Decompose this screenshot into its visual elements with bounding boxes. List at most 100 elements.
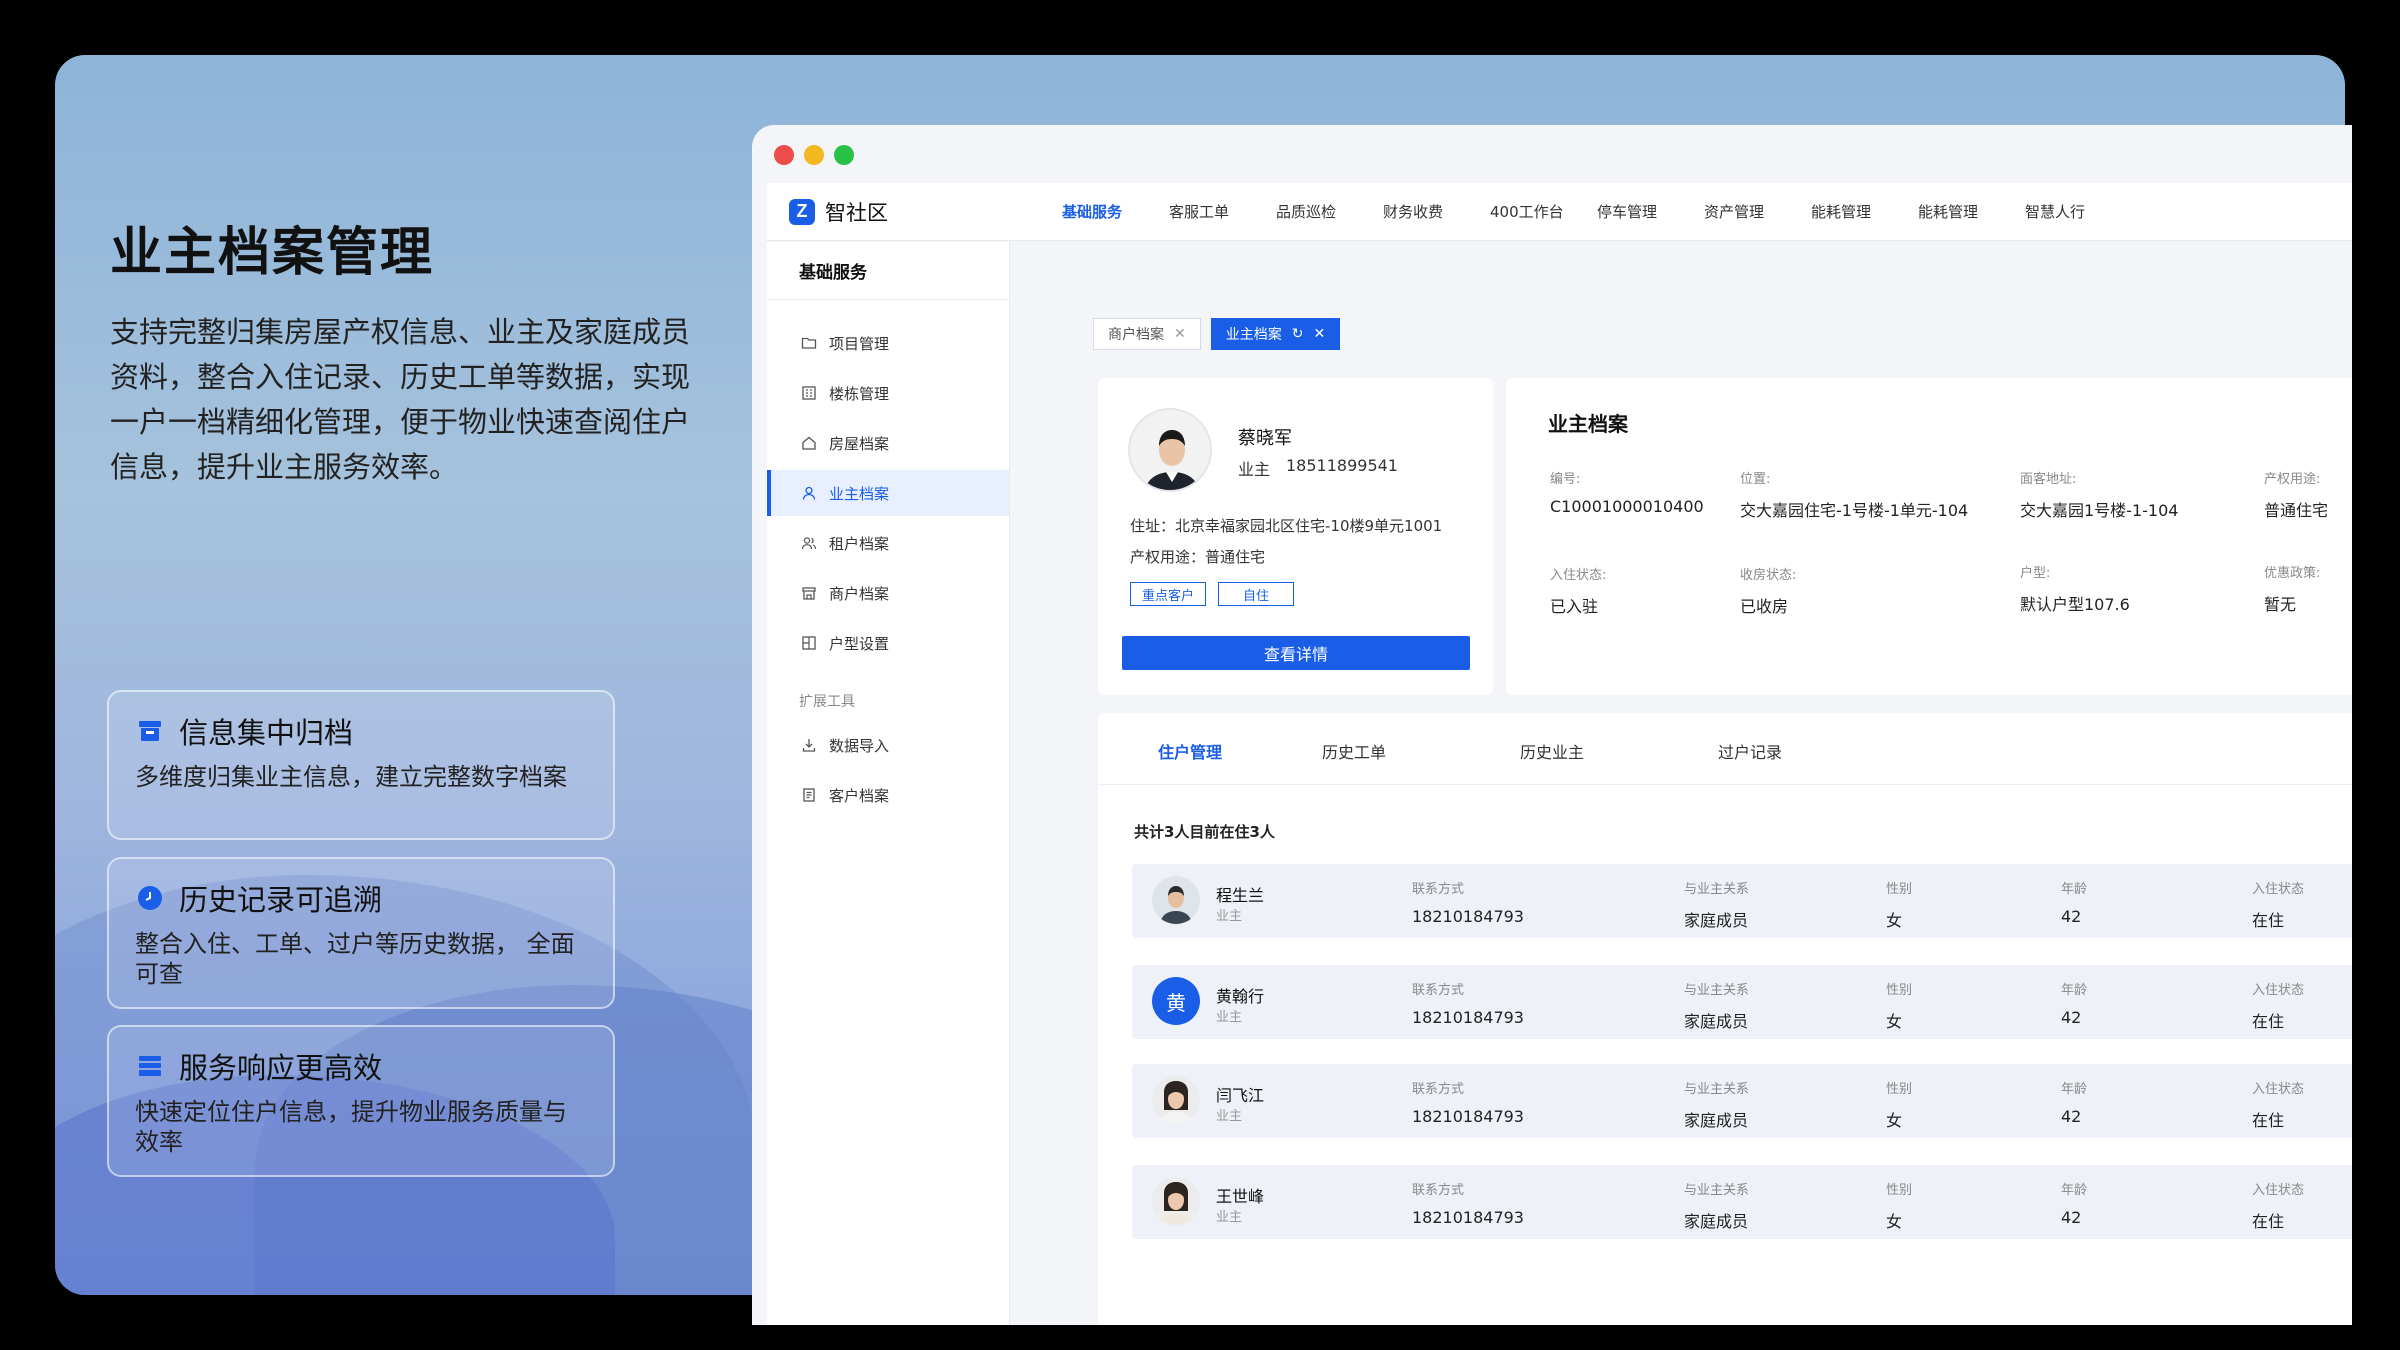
archive-icon: [135, 716, 165, 746]
view-details-button[interactable]: 查看详情: [1122, 636, 1470, 670]
app-window: Z 智社区 基础服务 客服工单 品质巡检 财务收费 400工作台 停车管理 资产…: [752, 125, 2352, 1325]
tab-resident-management[interactable]: 住户管理: [1158, 739, 1222, 763]
close-icon[interactable]: ✕: [1174, 326, 1186, 342]
sidebar: 基础服务 项目管理 楼栋管理 房屋档案 业主档案 租户档案 商户档案 户型设置: [767, 242, 1010, 1325]
owner-profile-card: 蔡晓军 业主 18511899541 住址：北京幸福家园北区住宅-10楼9单元1…: [1098, 378, 1493, 695]
owner-property-use: 产权用途：普通住宅: [1130, 548, 1266, 566]
sidebar-item-data-import[interactable]: 数据导入: [767, 722, 1009, 768]
table-row[interactable]: 黄 黄翰行 业主 联系方式 18210184793 与业主关系 家庭成员 性别女 年…: [1132, 965, 2352, 1039]
field-property-use: 产权用途: 普通住宅: [2264, 468, 2328, 521]
cell-label: 性别: [1886, 1082, 1913, 1097]
sidebar-item-owners[interactable]: 业主档案: [767, 470, 1009, 516]
nav-item-energy-2[interactable]: 能耗管理: [1918, 201, 2025, 222]
nav-item-400-desk[interactable]: 400工作台: [1490, 201, 1597, 222]
nav-item-quality-inspection[interactable]: 品质巡检: [1276, 201, 1383, 222]
cell-value: 在住: [2252, 1212, 2285, 1231]
sidebar-group-title: 扩展工具: [799, 694, 855, 710]
sidebar-title: 基础服务: [767, 242, 1009, 300]
relation-cell: 与业主关系 家庭成员: [1684, 1179, 1749, 1232]
sidebar-item-merchants[interactable]: 商户档案: [767, 570, 1009, 616]
cell-value: 女: [1886, 1012, 1903, 1031]
cell-value: 家庭成员: [1684, 1212, 1749, 1231]
owner-archive-card: 业主档案 编号: C10001000010400 位置: 交大嘉园住宅-1号楼-…: [1506, 378, 2352, 695]
owner-tags: 重点客户 自住: [1130, 582, 1294, 606]
owner-name: 蔡晓军: [1238, 428, 1292, 449]
cell-label: 联系方式: [1412, 1183, 1465, 1198]
nav-item-smart-access[interactable]: 智慧人行: [2025, 201, 2132, 222]
sidebar-item-customer-archive[interactable]: 客户档案: [767, 772, 1009, 818]
resident-name: 闫飞江: [1216, 1086, 1265, 1105]
field-value: 默认户型107.6: [2020, 595, 2130, 614]
owner-role: 业主: [1238, 460, 1271, 479]
top-nav-bar: Z 智社区 基础服务 客服工单 品质巡检 财务收费 400工作台 停车管理 资产…: [767, 183, 2352, 241]
import-icon: [801, 737, 817, 753]
window-controls: [774, 145, 854, 165]
table-row[interactable]: 王世峰 业主 联系方式 18210184793 与业主关系 家庭成员 性别女 年龄 4…: [1132, 1165, 2352, 1239]
contact-cell: 联系方式 18210184793: [1412, 979, 1524, 1027]
close-window-button[interactable]: [774, 145, 794, 165]
sidebar-item-label: 房屋档案: [829, 434, 890, 453]
sidebar-item-layout-settings[interactable]: 户型设置: [767, 620, 1009, 666]
field-label: 编号:: [1550, 472, 1581, 487]
nav-item-finance[interactable]: 财务收费: [1383, 201, 1490, 222]
sidebar-item-label: 租户档案: [829, 534, 890, 553]
cell-label: 入住状态: [2252, 1183, 2305, 1198]
field-value: C10001000010400: [1550, 497, 1704, 516]
tab-history-tickets[interactable]: 历史工单: [1322, 739, 1386, 763]
residents-tabs: 住户管理 历史工单 历史业主 过户记录: [1098, 713, 2352, 785]
nav-item-assets[interactable]: 资产管理: [1704, 201, 1811, 222]
sidebar-item-label: 商户档案: [829, 584, 890, 603]
sidebar-item-buildings[interactable]: 楼栋管理: [767, 370, 1009, 416]
close-icon[interactable]: ✕: [1313, 326, 1325, 342]
minimize-window-button[interactable]: [804, 145, 824, 165]
field-handover-status: 收房状态: 已收房: [1740, 564, 1796, 617]
cell-label: 与业主关系: [1684, 1082, 1750, 1097]
app-logo[interactable]: Z 智社区: [789, 197, 1029, 227]
feature-text: 快速定位住户信息，提升物业服务质量与效率: [135, 1098, 567, 1156]
cell-value: 18210184793: [1412, 907, 1524, 926]
cell-value: 42: [2061, 907, 2082, 926]
feature-text: 整合入住、工单、过户等历史数据， 全面可查: [135, 930, 575, 988]
cell-label: 与业主关系: [1684, 1183, 1750, 1198]
cell-label: 年龄: [2061, 983, 2088, 998]
sidebar-item-houses[interactable]: 房屋档案: [767, 420, 1009, 466]
refresh-icon[interactable]: ↻: [1292, 326, 1304, 342]
nav-item-parking[interactable]: 停车管理: [1597, 201, 1704, 222]
status-cell: 入住状态 在住: [2252, 1078, 2304, 1131]
tab-owner-archive[interactable]: 业主档案 ↻ ✕: [1210, 318, 1341, 350]
status-cell: 入住状态 在住: [2252, 878, 2304, 931]
table-row[interactable]: 闫飞江 业主 联系方式 18210184793 与业主关系 家庭成员 性别女 年龄 4…: [1132, 1064, 2352, 1138]
avatar: 黄: [1152, 977, 1200, 1025]
app-name: 智社区: [825, 200, 888, 225]
cell-value: 在住: [2252, 1012, 2285, 1031]
tab-label: 业主档案: [1225, 327, 1282, 343]
maximize-window-button[interactable]: [834, 145, 854, 165]
sidebar-item-tenants[interactable]: 租户档案: [767, 520, 1009, 566]
tab-transfer-records[interactable]: 过户记录: [1718, 739, 1782, 763]
nav-item-energy[interactable]: 能耗管理: [1811, 201, 1918, 222]
stack-icon: [135, 1051, 165, 1081]
cell-label: 联系方式: [1412, 882, 1465, 897]
avatar: [1152, 1076, 1200, 1124]
tab-history-owners[interactable]: 历史业主: [1520, 739, 1584, 763]
cell-value: 女: [1886, 1212, 1903, 1231]
nav-item-service-tickets[interactable]: 客服工单: [1169, 201, 1276, 222]
tab-merchant-archive[interactable]: 商户档案 ✕: [1093, 318, 1201, 350]
table-row[interactable]: 程生兰 业主 联系方式 18210184793 与业主关系 家庭成员 性别女 年龄 4…: [1132, 864, 2352, 938]
age-cell: 年龄 42: [2061, 1078, 2087, 1126]
field-label: 收房状态:: [1740, 568, 1797, 583]
feature-card: 信息集中归档 多维度归集业主信息，建立完整数字档案: [107, 690, 615, 840]
field-label: 面客地址:: [2020, 472, 2077, 487]
tag-key-customer: 重点客户: [1130, 582, 1206, 606]
cell-value: 42: [2061, 1008, 2082, 1027]
cell-label: 性别: [1886, 1183, 1913, 1198]
resident-role: 业主: [1216, 1210, 1243, 1225]
nav-item-basic-services[interactable]: 基础服务: [1062, 201, 1169, 222]
gender-cell: 性别女: [1886, 979, 1912, 1032]
cell-value: 在住: [2252, 1111, 2285, 1130]
cell-label: 与业主关系: [1684, 882, 1750, 897]
logo-icon: Z: [789, 198, 815, 225]
sidebar-item-projects[interactable]: 项目管理: [767, 320, 1009, 366]
sidebar-item-label: 客户档案: [829, 786, 890, 805]
cell-label: 性别: [1886, 882, 1913, 897]
